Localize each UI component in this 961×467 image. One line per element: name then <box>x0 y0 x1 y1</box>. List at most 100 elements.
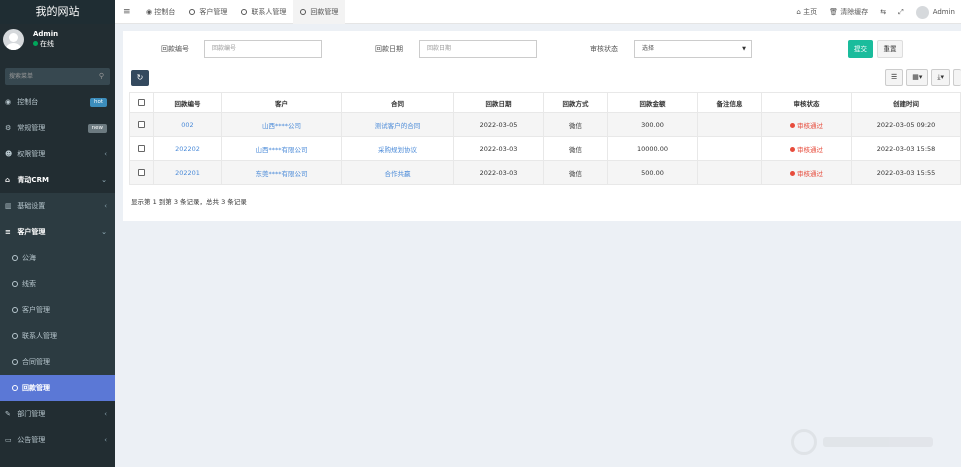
search-icon[interactable]: ⚲ <box>99 68 104 85</box>
row-select-cell <box>129 136 154 161</box>
submit-button[interactable]: 提交 <box>848 40 873 58</box>
contract-link[interactable]: 合作共赢 <box>341 160 454 185</box>
sidebar-item-customer-mgmt[interactable]: ≡ 客户管理 ⌄ <box>0 219 115 245</box>
col-customer[interactable]: 客户 <box>221 92 342 113</box>
sidebar: 我的网站 Admin 在线 搜索菜单 ⚲ ◉ 控制台 hot ⚙ 常规管理 ne… <box>0 0 115 467</box>
page-tabs: ◉ 控制台 客户管理 联系人管理 回款管理 <box>139 0 346 24</box>
payment-date: 2022-03-03 <box>453 160 544 185</box>
columns-button[interactable]: ▦▾ <box>906 69 929 86</box>
sidebar-search-input[interactable]: 搜索菜单 ⚲ <box>5 68 110 85</box>
sidebar-item-notices[interactable]: ▭ 公告管理 ‹ <box>0 427 115 453</box>
status-dot-icon <box>790 171 795 176</box>
fullscreen-icon[interactable]: ⤢ <box>892 0 910 24</box>
date-label: 回款日期 <box>375 45 403 53</box>
circle-icon <box>12 333 18 339</box>
customer-link[interactable]: 山西****有限公司 <box>221 136 342 161</box>
payment-date: 2022-03-03 <box>453 136 544 161</box>
sidebar-item-contracts[interactable]: 合同管理 <box>0 349 115 375</box>
col-contract[interactable]: 合同 <box>341 92 454 113</box>
select-all-cell <box>129 92 154 113</box>
select-all-checkbox[interactable] <box>138 99 145 106</box>
circle-icon <box>12 281 18 287</box>
circle-icon <box>12 385 18 391</box>
row-checkbox[interactable] <box>138 145 145 152</box>
tab-contacts[interactable]: 联系人管理 <box>234 0 293 24</box>
sidebar-item-general[interactable]: ⚙ 常规管理 new <box>0 115 115 141</box>
clear-cache-button[interactable]: 🗑︎ 清除缓存 <box>823 0 874 24</box>
avatar <box>3 29 24 50</box>
tab-dashboard[interactable]: ◉ 控制台 <box>139 0 182 24</box>
status-select[interactable]: 选择 ▼ <box>634 40 752 58</box>
contract-link[interactable]: 采购规划协议 <box>341 136 454 161</box>
search-toggle-button[interactable] <box>953 69 961 86</box>
col-code[interactable]: 回款编号 <box>153 92 222 113</box>
payment-code-link[interactable]: 202201 <box>153 160 222 185</box>
circle-icon <box>189 9 196 15</box>
col-note[interactable]: 备注信息 <box>697 92 762 113</box>
code-input[interactable]: 回款编号 <box>204 40 322 58</box>
payment-code-link[interactable]: 202202 <box>153 136 222 161</box>
status-badge: 审核通过 <box>761 112 852 137</box>
created-time: 2022-03-03 15:55 <box>851 160 961 185</box>
payment-note <box>697 136 762 161</box>
export-button[interactable]: ⤓▾ <box>931 69 950 86</box>
payment-method: 微信 <box>543 136 608 161</box>
row-checkbox[interactable] <box>138 169 145 176</box>
sidebar-item-leads[interactable]: 线索 <box>0 271 115 297</box>
sidebar-item-basic-settings[interactable]: ▥ 基础设置 ‹ <box>0 193 115 219</box>
contract-link[interactable]: 测试客户的合同 <box>341 112 454 137</box>
refresh-button[interactable]: ↻ <box>131 70 149 86</box>
tab-payments[interactable]: 回款管理 <box>293 0 346 24</box>
date-input[interactable]: 回款日期 <box>419 40 537 58</box>
sidebar-item-auth[interactable]: ☻ 权限管理 ‹ <box>0 141 115 167</box>
home-icon: ⌂ <box>5 176 11 184</box>
sidebar-item-crm[interactable]: ⌂ 青动CRM ⌄ <box>0 167 115 193</box>
payment-note <box>697 112 762 137</box>
chevron-down-icon: ⌄ <box>101 228 107 236</box>
home-link[interactable]: ⌂ 主页 <box>790 0 823 24</box>
tab-customers[interactable]: 客户管理 <box>182 0 234 24</box>
col-amount[interactable]: 回款金额 <box>607 92 698 113</box>
sidebar-item-dashboard[interactable]: ◉ 控制台 hot <box>0 89 115 115</box>
col-created[interactable]: 创建时间 <box>851 92 961 113</box>
row-select-cell <box>129 160 154 185</box>
customer-link[interactable]: 山西****公司 <box>221 112 342 137</box>
group-icon: ☻ <box>5 150 13 158</box>
sidebar-item-departments[interactable]: ✎ 部门管理 ‹ <box>0 401 115 427</box>
payment-code-link[interactable]: 002 <box>153 112 222 137</box>
list-icon: ☰ <box>890 73 898 81</box>
sidebar-item-customers[interactable]: 客户管理 <box>0 297 115 323</box>
table-row: 202201 东莞****有限公司 合作共赢 2022-03-03 微信 500… <box>129 160 961 185</box>
circle-icon <box>241 9 248 15</box>
table-header-row: 回款编号 客户 合同 回款日期 回款方式 回款金额 备注信息 审核状态 创建时间 <box>129 92 961 113</box>
language-icon[interactable]: ⇆ <box>874 0 892 24</box>
table-row: 202202 山西****有限公司 采购规划协议 2022-03-03 微信 1… <box>129 136 961 161</box>
menu-toggle-icon[interactable]: ≡ <box>123 0 131 24</box>
row-checkbox[interactable] <box>138 121 145 128</box>
toggle-view-button[interactable]: ☰ <box>884 69 904 86</box>
payment-method: 微信 <box>543 160 608 185</box>
site-brand[interactable]: 我的网站 <box>0 0 115 24</box>
filter-form: 回款编号 回款编号 回款日期 回款日期 审核状态 选择 ▼ 提交 重置 <box>123 40 961 58</box>
hot-badge: hot <box>89 98 107 107</box>
customer-link[interactable]: 东莞****有限公司 <box>221 160 342 185</box>
col-date[interactable]: 回款日期 <box>453 92 544 113</box>
row-select-cell <box>129 112 154 137</box>
user-name: Admin <box>33 30 59 38</box>
user-status: 在线 <box>33 39 115 49</box>
chevron-left-icon: ‹ <box>104 410 107 418</box>
user-menu[interactable]: Admin <box>910 0 961 24</box>
col-status[interactable]: 审核状态 <box>761 92 852 113</box>
chevron-down-icon: ⌄ <box>101 176 107 184</box>
sidebar-item-contacts[interactable]: 联系人管理 <box>0 323 115 349</box>
table-toolbar: ☰ ▦▾ ⤓▾ <box>884 69 961 86</box>
trash-icon: 🗑︎ <box>829 8 841 16</box>
sidebar-item-public-pool[interactable]: 公海 <box>0 245 115 271</box>
circle-icon <box>300 9 307 15</box>
topbar-right: ⌂ 主页 🗑︎ 清除缓存 ⇆ ⤢ Admin <box>790 0 961 24</box>
avatar <box>915 5 929 19</box>
table-row: 002 山西****公司 测试客户的合同 2022-03-05 微信 300.0… <box>129 112 961 137</box>
sidebar-item-payments[interactable]: 回款管理 <box>0 375 115 401</box>
col-method[interactable]: 回款方式 <box>543 92 608 113</box>
reset-button[interactable]: 重置 <box>877 40 903 58</box>
